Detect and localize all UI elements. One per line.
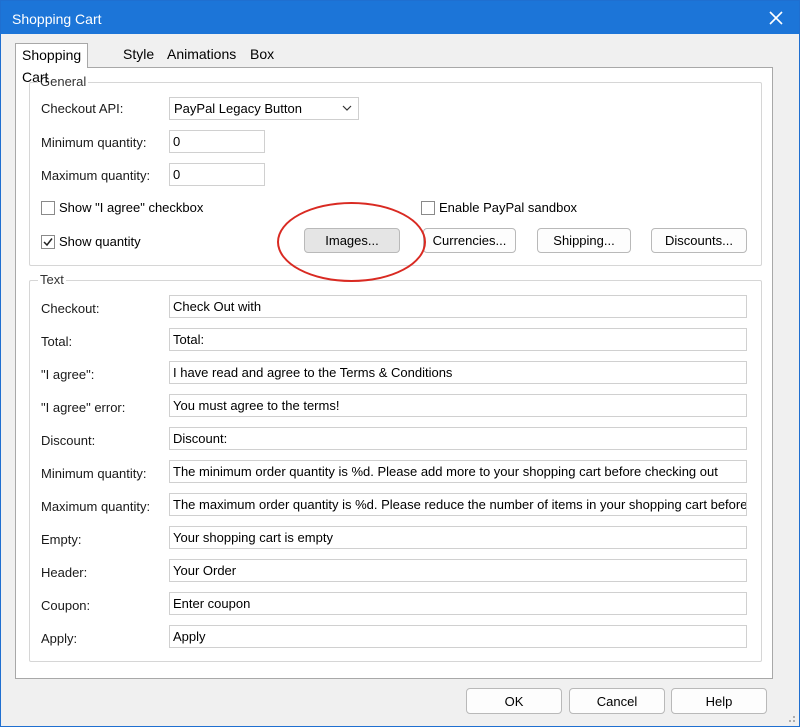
show-agree-checkbox[interactable]: Show "I agree" checkbox [41,200,203,215]
tab-box-shadow[interactable]: Box Shadow [244,43,307,84]
help-button[interactable]: Help [671,688,767,714]
text-row-label: "I agree": [41,367,95,382]
tab-style[interactable]: Style [117,43,160,67]
text-row-label: Header: [41,565,88,580]
text-row-label: "I agree" error: [41,400,126,415]
close-icon [769,10,783,25]
close-button[interactable] [753,1,799,34]
show-qty-label: Show quantity [59,234,141,249]
checkbox-box [41,234,55,249]
tab-animations[interactable]: Animations [161,43,242,67]
coupon-text-input[interactable]: Enter coupon [169,592,747,615]
title-bar: Shopping Cart [1,1,799,34]
text-row-label: Total: [41,334,73,349]
checkout-api-label: Checkout API: [41,101,124,116]
checkbox-box [41,200,55,215]
chevron-down-icon [342,98,352,125]
shipping-button[interactable]: Shipping... [537,228,631,253]
sandbox-checkbox[interactable]: Enable PayPal sandbox [421,200,577,215]
checkout-api-value: PayPal Legacy Button [174,101,302,116]
sandbox-label: Enable PayPal sandbox [439,200,578,215]
ok-button[interactable]: OK [466,688,562,714]
tab-shopping-cart[interactable]: Shopping Cart [15,43,89,85]
text-row-label: Empty: [41,532,82,547]
min-qty-text-input[interactable]: The minimum order quantity is %d. Please… [169,460,747,483]
resize-grip-icon[interactable] [786,713,796,723]
max-qty-text-input[interactable]: The maximum order quantity is %d. Please… [169,493,747,516]
currencies-button[interactable]: Currencies... [423,228,516,253]
checkmark-icon [43,237,53,246]
discounts-button[interactable]: Discounts... [651,228,747,253]
text-row-label: Coupon: [41,598,91,613]
discount-text-input[interactable]: Discount: [169,427,747,450]
dialog-window: Shopping Cart Shopping Cart Style Animat… [0,0,800,727]
agree-error-text-input[interactable]: You must agree to the terms! [169,394,747,417]
text-row-label: Maximum quantity: [41,499,151,514]
show-agree-label: Show "I agree" checkbox [59,200,204,215]
cancel-button[interactable]: Cancel [569,688,665,714]
text-row-label: Checkout: [41,301,100,316]
text-group: Text Checkout: Check Out with Total: Tot… [29,272,762,662]
tab-panel: General Checkout API: PayPal Legacy Butt… [15,67,773,679]
checkout-api-select[interactable]: PayPal Legacy Button [169,97,359,120]
agree-text-input[interactable]: I have read and agree to the Terms & Con… [169,361,747,384]
general-group: General Checkout API: PayPal Legacy Butt… [29,74,762,266]
empty-text-input[interactable]: Your shopping cart is empty [169,526,747,549]
checkout-text-input[interactable]: Check Out with [169,295,747,318]
text-row-label: Minimum quantity: [41,466,147,481]
max-qty-label: Maximum quantity: [41,168,151,183]
text-group-label: Text [38,272,66,287]
total-text-input[interactable]: Total: [169,328,747,351]
text-row-label: Apply: [41,631,78,646]
header-text-input[interactable]: Your Order [169,559,747,582]
max-qty-input[interactable]: 0 [169,163,265,186]
min-qty-input[interactable]: 0 [169,130,265,153]
show-qty-checkbox[interactable]: Show quantity [41,234,141,249]
text-row-label: Discount: [41,433,96,448]
window-title: Shopping Cart [12,11,102,27]
checkbox-box [421,200,435,215]
images-button[interactable]: Images... [304,228,400,253]
apply-text-input[interactable]: Apply [169,625,747,648]
min-qty-label: Minimum quantity: [41,135,147,150]
